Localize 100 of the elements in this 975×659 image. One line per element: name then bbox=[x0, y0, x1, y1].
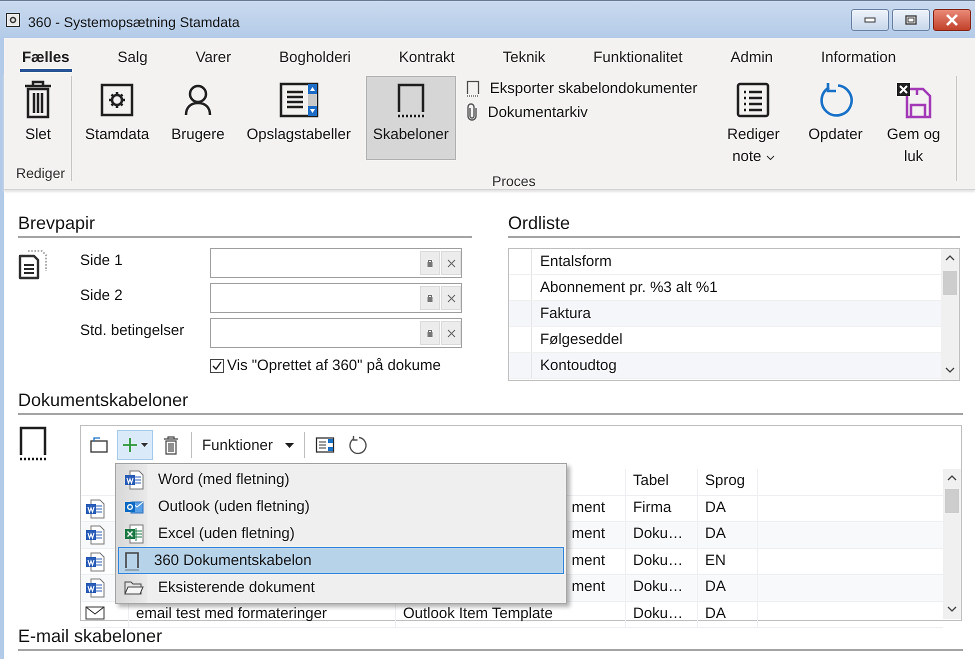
template-icon bbox=[124, 550, 140, 570]
ribbon-button[interactable]: Skabeloner bbox=[366, 76, 456, 160]
ribbon-item[interactable]: Eksporter skabelondokumenter bbox=[464, 80, 700, 97]
ribbon-button[interactable]: Opslagstabeller bbox=[240, 76, 358, 160]
refresh-icon bbox=[346, 435, 367, 455]
table-cell: Firma bbox=[626, 496, 698, 521]
ribbon-button[interactable]: Stamdata bbox=[78, 76, 156, 160]
ribbon-button[interactable]: Rediger note bbox=[713, 76, 794, 173]
caret-icon bbox=[766, 155, 775, 161]
functions-dropdown[interactable]: Funktioner bbox=[198, 430, 298, 460]
table-cell: Doku… bbox=[626, 522, 698, 548]
ribbon-button[interactable]: Brugere bbox=[164, 76, 232, 160]
scrollbar[interactable] bbox=[943, 469, 961, 619]
lock-icon bbox=[427, 259, 433, 267]
ribbon-tab[interactable]: Salg bbox=[116, 38, 150, 72]
clear-button[interactable] bbox=[441, 251, 461, 275]
list-icon bbox=[736, 82, 770, 118]
document-icon bbox=[85, 498, 105, 518]
template-icon bbox=[466, 80, 480, 97]
maximize-button[interactable] bbox=[892, 8, 930, 30]
scrollbar[interactable] bbox=[941, 249, 959, 380]
menu-item[interactable]: 360 Dokumentskabelon bbox=[118, 547, 564, 574]
list-item[interactable]: Faktura bbox=[532, 301, 591, 326]
section-heading: Brevpapir bbox=[18, 212, 472, 238]
app-icon bbox=[6, 12, 20, 26]
list-item[interactable]: Følgeseddel bbox=[532, 327, 623, 352]
spreadsheet-icon bbox=[124, 524, 144, 544]
window-title: 360 - Systemopsætning Stamdata bbox=[28, 12, 241, 30]
checkbox[interactable] bbox=[210, 358, 224, 372]
menu-item[interactable]: Word (med fletning) bbox=[118, 466, 564, 493]
ribbon-item[interactable]: Dokumentarkiv bbox=[464, 103, 700, 121]
list-icon bbox=[278, 82, 319, 118]
trash-icon bbox=[163, 435, 179, 455]
document-icon bbox=[85, 525, 105, 545]
input-field[interactable] bbox=[210, 248, 462, 278]
ribbon-button[interactable]: Opdater bbox=[801, 76, 870, 160]
clear-button[interactable] bbox=[441, 286, 461, 310]
letterhead-icon bbox=[18, 248, 48, 282]
maximize-icon bbox=[905, 14, 917, 24]
field-label: Std. betingelser bbox=[80, 321, 186, 339]
clear-button[interactable] bbox=[441, 321, 461, 345]
ribbon-tab[interactable]: Varer bbox=[194, 38, 234, 72]
lock-button[interactable] bbox=[420, 286, 440, 310]
envelope-icon bbox=[85, 604, 105, 620]
list-item[interactable]: Abonnement pr. %3 alt %1 bbox=[532, 275, 718, 300]
save-close-icon bbox=[894, 81, 933, 119]
table-cell: Doku… bbox=[626, 602, 698, 627]
group-label: Rediger bbox=[16, 165, 66, 181]
lock-button[interactable] bbox=[420, 321, 440, 345]
document-icon bbox=[85, 552, 105, 572]
ribbon-button[interactable]: Gem og luk bbox=[878, 76, 950, 173]
ribbon-tab[interactable]: Kontrakt bbox=[396, 38, 457, 72]
minimize-icon bbox=[864, 16, 876, 22]
document-icon bbox=[85, 578, 105, 598]
section-heading: E-mail skabeloner bbox=[18, 625, 963, 651]
paperclip-icon bbox=[466, 103, 478, 121]
plus-caret-icon bbox=[121, 436, 149, 454]
columns-icon bbox=[314, 436, 335, 454]
table-cell: DA bbox=[698, 522, 758, 548]
column-header[interactable]: Tabel bbox=[626, 469, 698, 494]
clear-icon bbox=[446, 328, 456, 338]
column-header[interactable]: Sprog bbox=[698, 469, 758, 494]
check-icon bbox=[211, 360, 223, 372]
field-label: Side 1 bbox=[80, 251, 124, 269]
table-cell: Doku… bbox=[626, 548, 698, 574]
clear-icon bbox=[446, 258, 456, 268]
ribbon-button[interactable]: Slet bbox=[16, 76, 60, 160]
group-label: Proces bbox=[491, 173, 537, 189]
column-header[interactable]: Entalsform bbox=[532, 249, 612, 274]
new-window-icon bbox=[89, 436, 109, 454]
ribbon-tab[interactable]: Funktionalitet bbox=[591, 38, 684, 72]
trash-icon bbox=[23, 80, 53, 120]
table-cell: EN bbox=[698, 548, 758, 574]
input-field[interactable] bbox=[210, 283, 462, 313]
template-icon bbox=[396, 82, 426, 118]
ribbon-tab[interactable]: Information bbox=[819, 38, 898, 72]
document-icon bbox=[124, 470, 144, 490]
folder-icon bbox=[124, 578, 144, 596]
lock-icon bbox=[427, 294, 433, 302]
field-label: Side 2 bbox=[80, 286, 124, 304]
section-heading: Dokumentskabeloner bbox=[18, 389, 963, 415]
lock-icon bbox=[427, 329, 433, 337]
ribbon-tab[interactable]: Bogholderi bbox=[277, 38, 353, 72]
table-cell: DA bbox=[698, 575, 758, 600]
table-cell: DA bbox=[698, 496, 758, 521]
ribbon-tab[interactable]: Teknik bbox=[500, 38, 548, 72]
ribbon-tab[interactable]: Admin bbox=[728, 38, 776, 72]
minimize-button[interactable] bbox=[851, 8, 889, 30]
list-item[interactable]: Kontoudtog bbox=[532, 353, 617, 378]
close-icon bbox=[945, 14, 959, 26]
checkbox-label: Vis "Oprettet af 360" på dokume bbox=[227, 357, 441, 374]
close-button[interactable] bbox=[933, 8, 971, 30]
settings-icon bbox=[100, 83, 134, 117]
lock-button[interactable] bbox=[420, 251, 440, 275]
caret-icon bbox=[284, 442, 294, 448]
user-icon bbox=[182, 83, 213, 117]
template-icon bbox=[18, 425, 48, 461]
table-cell: Doku… bbox=[626, 575, 698, 600]
section-heading: Ordliste bbox=[508, 212, 960, 238]
input-field[interactable] bbox=[210, 318, 462, 348]
